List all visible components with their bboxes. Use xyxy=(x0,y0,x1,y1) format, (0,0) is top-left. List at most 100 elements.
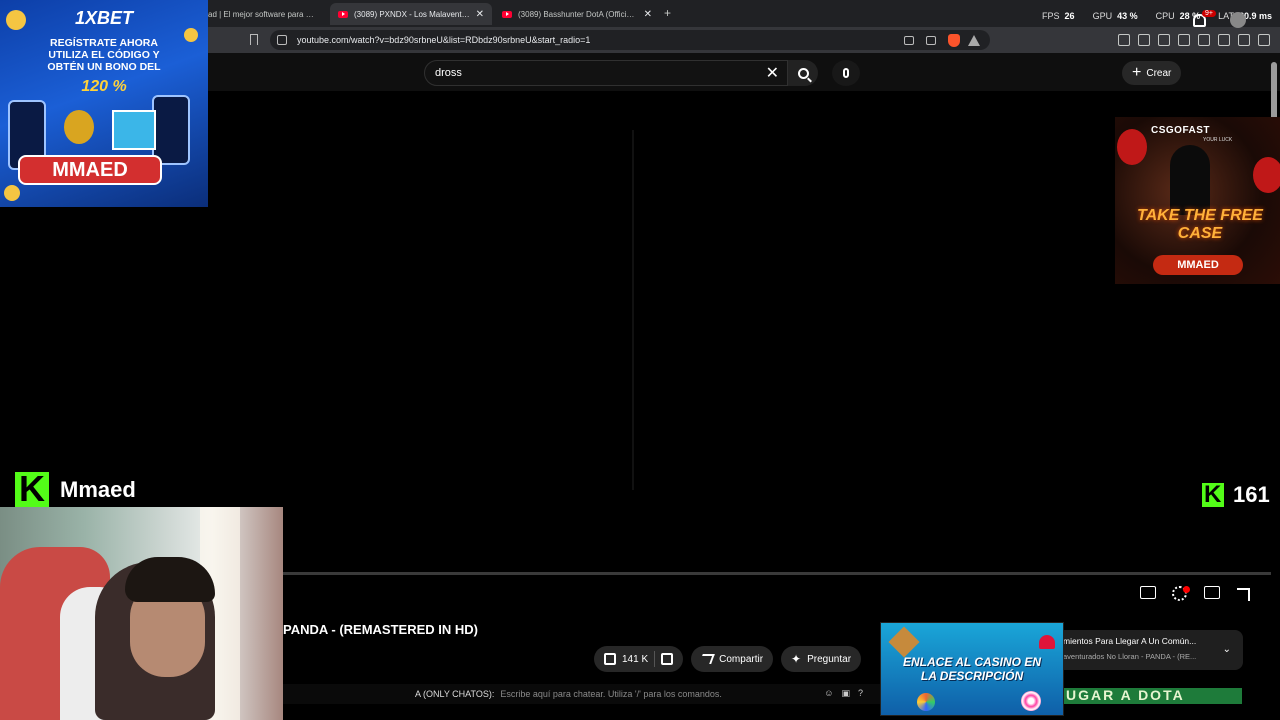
viewer-count: 161 xyxy=(1233,482,1270,507)
kick-streamer-label: Mmaed xyxy=(15,470,136,508)
lollipop-icon xyxy=(1021,691,1041,711)
like-count[interactable]: 141 K xyxy=(622,654,648,665)
lantern-icon xyxy=(1253,157,1280,193)
tab-title: ad | El mejor software para potenciar xyxy=(208,9,316,19)
dislike-icon[interactable] xyxy=(661,653,674,665)
soldier-image xyxy=(1170,145,1210,215)
tab-basshunter[interactable]: (3089) Basshunter DotA (Official Video) … xyxy=(494,3,660,25)
phone-image xyxy=(152,95,190,165)
subtitles-icon[interactable] xyxy=(1140,586,1156,599)
share-button[interactable]: Compartir xyxy=(691,646,774,672)
share-icon xyxy=(699,654,715,664)
search-input[interactable]: dross ✕ xyxy=(424,60,788,86)
ask-label: Preguntar xyxy=(807,653,852,665)
chat-tools: ☺ ▣ ? xyxy=(824,688,863,699)
csgofast-code: MMAED xyxy=(1153,255,1243,275)
extension-icon[interactable] xyxy=(1118,34,1130,46)
fps-stat: FPS 26 xyxy=(1042,11,1075,21)
ask-button[interactable]: ✦ Preguntar xyxy=(781,646,862,672)
up-next-title: mientos Para Llegar A Un Común... xyxy=(1063,636,1197,646)
video-progress-bar[interactable] xyxy=(283,572,1271,575)
page-scrollbar[interactable] xyxy=(1271,62,1277,122)
chevron-down-icon[interactable]: ⌄ xyxy=(1223,644,1231,655)
leo-icon[interactable] xyxy=(1218,34,1230,46)
brave-shields-icon[interactable] xyxy=(948,33,960,47)
tab-title: (3089) Basshunter DotA (Official Video) xyxy=(518,9,638,19)
webcam-feed xyxy=(0,507,283,720)
1xbet-code: MMAED xyxy=(18,155,162,185)
settings-icon[interactable]: ▣ xyxy=(841,688,850,699)
kick-logo-icon xyxy=(15,470,49,508)
youtube-favicon-icon xyxy=(338,10,348,18)
streamer-name: Mmaed xyxy=(60,477,136,502)
divider xyxy=(654,651,656,667)
hd-badge xyxy=(1183,586,1190,593)
like-icon[interactable] xyxy=(604,653,616,665)
search-icon xyxy=(797,67,809,79)
gpu-stat: GPU 43 % xyxy=(1092,11,1138,21)
1xbet-logo: 1XBET xyxy=(74,8,134,28)
beach-ball-icon xyxy=(917,693,935,711)
search-query[interactable]: dross xyxy=(435,67,766,79)
video-player[interactable] xyxy=(208,91,1271,612)
voice-search-button[interactable] xyxy=(832,60,860,86)
url-text[interactable]: youtube.com/watch?v=bdz90srbneU&list=RDb… xyxy=(297,35,904,45)
1xbet-ad: 1XBET REGÍSTRATE AHORA UTILIZA EL CÓDIGO… xyxy=(0,0,208,207)
clear-search-icon[interactable]: ✕ xyxy=(766,63,779,83)
casino-ad: ENLACE AL CASINO EN LA DESCRIPCIÓN xyxy=(880,622,1064,716)
share-label: Compartir xyxy=(719,653,764,665)
wallet-icon[interactable] xyxy=(1198,34,1210,46)
kick-logo-icon xyxy=(1202,482,1224,508)
tab-pxndx[interactable]: (3089) PXNDX - Los Malaventurados ✕ xyxy=(330,3,492,25)
bookmark-icon[interactable] xyxy=(250,34,258,45)
extension-icon[interactable] xyxy=(1138,34,1150,46)
video-title: PANDA - (REMASTERED IN HD) xyxy=(283,622,478,637)
vpn-icon[interactable] xyxy=(1238,34,1250,46)
miniplayer-icon[interactable] xyxy=(1204,586,1220,599)
tab-title: (3089) PXNDX - Los Malaventurados xyxy=(354,9,470,19)
kick-viewer-count: 161 xyxy=(1202,482,1270,508)
youtube-favicon-icon xyxy=(502,10,512,18)
coin-icon xyxy=(4,185,20,201)
notifications-badge: 9+ xyxy=(1202,10,1216,17)
chat-mode-label: A (ONLY CHATOS): xyxy=(415,689,495,699)
casino-text: ENLACE AL CASINO EN LA DESCRIPCIÓN xyxy=(903,655,1042,683)
menu-icon[interactable] xyxy=(1258,34,1270,46)
close-tab-icon[interactable]: ✕ xyxy=(644,9,652,20)
sidebar-icon[interactable] xyxy=(1178,34,1190,46)
like-dislike-group: 141 K xyxy=(594,646,684,672)
cast-icon[interactable] xyxy=(904,35,914,45)
gift-icon xyxy=(112,110,156,150)
site-info-icon[interactable] xyxy=(277,35,287,45)
create-button[interactable]: + Crear xyxy=(1122,61,1182,85)
video-actions: 141 K Compartir ✦ Preguntar xyxy=(594,646,862,672)
music-icon[interactable] xyxy=(1158,34,1170,46)
plus-icon: + xyxy=(1132,64,1142,81)
share-page-icon[interactable] xyxy=(926,35,936,45)
new-tab-button[interactable]: + xyxy=(664,6,671,20)
1xbet-bonus: 120 % xyxy=(81,78,127,95)
emote-icon[interactable]: ☺ xyxy=(824,688,833,699)
1xbet-tagline: REGÍSTRATE AHORA UTILIZA EL CÓDIGO Y OBT… xyxy=(47,37,161,73)
video-frame-artifact xyxy=(632,130,634,490)
tab-software[interactable]: ad | El mejor software para potenciar xyxy=(200,3,324,25)
csgofast-tag: YOUR LUCK xyxy=(1203,137,1233,143)
fullscreen-icon[interactable] xyxy=(1237,588,1250,601)
sparkle-icon: ✦ xyxy=(791,652,802,666)
help-icon[interactable]: ? xyxy=(858,688,863,699)
extensions-row xyxy=(1118,34,1270,46)
heart-icon xyxy=(1039,635,1055,649)
up-next-subtitle: aventurados No Lloran - PANDA - (RE... xyxy=(1063,652,1197,661)
stream-chat-input[interactable]: A (ONLY CHATOS): Escribe aquí para chate… xyxy=(283,684,883,704)
csgofast-headline: TAKE THE FREE CASE xyxy=(1137,207,1263,242)
brave-rewards-icon[interactable] xyxy=(968,34,980,46)
chat-placeholder[interactable]: Escribe aquí para chatear. Utiliza '/' p… xyxy=(500,689,722,699)
dota-banner: UGAR A DOTA xyxy=(1062,688,1242,704)
lantern-icon xyxy=(1117,129,1147,165)
address-bar[interactable]: youtube.com/watch?v=bdz90srbneU&list=RDb… xyxy=(270,30,990,50)
chest-icon xyxy=(888,626,920,658)
close-tab-icon[interactable]: ✕ xyxy=(476,9,484,20)
search-button[interactable] xyxy=(788,60,818,86)
avatar[interactable] xyxy=(1230,12,1246,28)
up-next-card[interactable]: mientos Para Llegar A Un Común... aventu… xyxy=(1055,630,1243,670)
